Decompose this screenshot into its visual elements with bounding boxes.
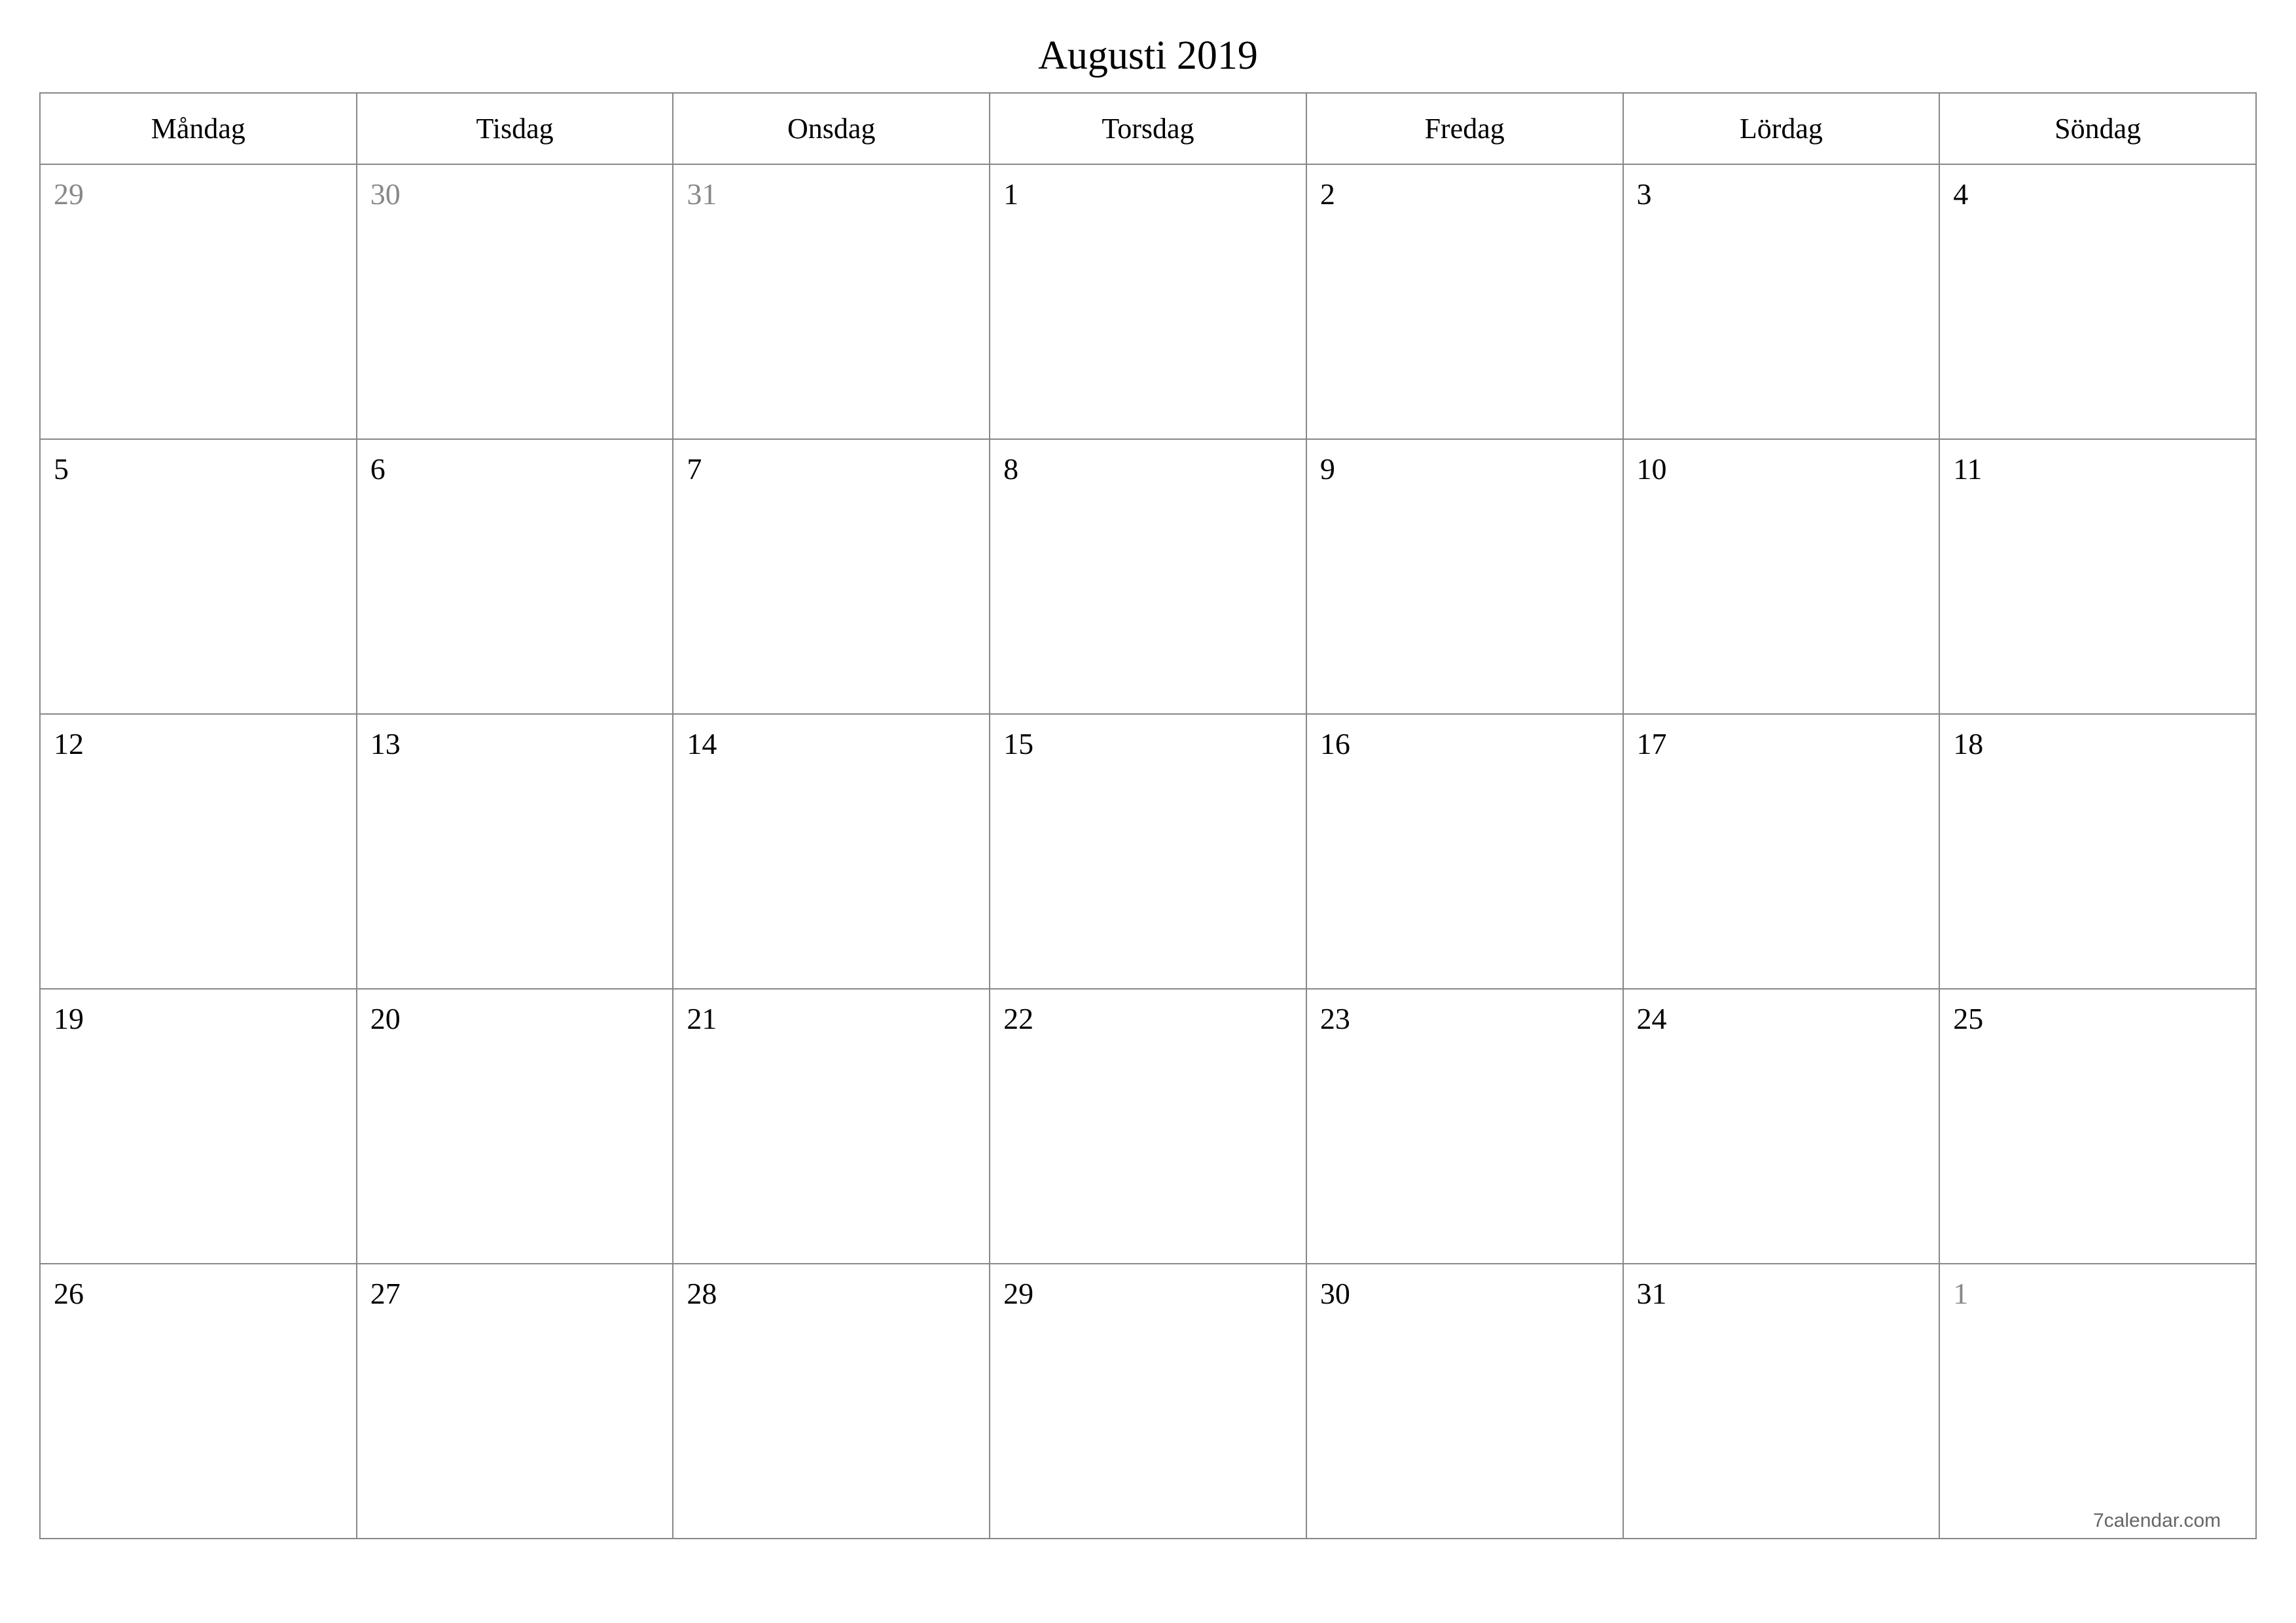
calendar-day-cell: 1 bbox=[990, 164, 1306, 439]
weekday-header: Söndag bbox=[1939, 93, 2256, 164]
weekday-header: Torsdag bbox=[990, 93, 1306, 164]
calendar-week-row: 12131415161718 bbox=[40, 714, 2256, 989]
calendar-week-row: 567891011 bbox=[40, 439, 2256, 714]
calendar-day-cell: 7 bbox=[673, 439, 990, 714]
calendar-day-cell: 15 bbox=[990, 714, 1306, 989]
weekday-header: Måndag bbox=[40, 93, 357, 164]
footer-credit: 7calendar.com bbox=[2093, 1510, 2221, 1532]
calendar-day-cell: 1 bbox=[1939, 1264, 2256, 1539]
calendar-day-cell: 27 bbox=[357, 1264, 673, 1539]
calendar-day-cell: 30 bbox=[357, 164, 673, 439]
calendar-day-cell: 29 bbox=[40, 164, 357, 439]
calendar-week-row: 2930311234 bbox=[40, 164, 2256, 439]
calendar-day-cell: 12 bbox=[40, 714, 357, 989]
calendar-day-cell: 31 bbox=[1623, 1264, 1940, 1539]
calendar-day-cell: 8 bbox=[990, 439, 1306, 714]
calendar-day-cell: 20 bbox=[357, 989, 673, 1264]
weekday-header-row: Måndag Tisdag Onsdag Torsdag Fredag Lörd… bbox=[40, 93, 2256, 164]
calendar-week-row: 19202122232425 bbox=[40, 989, 2256, 1264]
calendar-day-cell: 29 bbox=[990, 1264, 1306, 1539]
weekday-header: Tisdag bbox=[357, 93, 673, 164]
calendar-day-cell: 19 bbox=[40, 989, 357, 1264]
calendar-day-cell: 24 bbox=[1623, 989, 1940, 1264]
calendar-title: Augusti 2019 bbox=[39, 33, 2257, 79]
weekday-header: Fredag bbox=[1306, 93, 1623, 164]
calendar-day-cell: 17 bbox=[1623, 714, 1940, 989]
calendar-day-cell: 25 bbox=[1939, 989, 2256, 1264]
calendar-day-cell: 3 bbox=[1623, 164, 1940, 439]
calendar-day-cell: 2 bbox=[1306, 164, 1623, 439]
calendar-day-cell: 21 bbox=[673, 989, 990, 1264]
calendar-day-cell: 10 bbox=[1623, 439, 1940, 714]
calendar-day-cell: 5 bbox=[40, 439, 357, 714]
calendar-day-cell: 23 bbox=[1306, 989, 1623, 1264]
calendar-day-cell: 18 bbox=[1939, 714, 2256, 989]
calendar-day-cell: 31 bbox=[673, 164, 990, 439]
calendar-day-cell: 28 bbox=[673, 1264, 990, 1539]
weekday-header: Lördag bbox=[1623, 93, 1940, 164]
calendar-day-cell: 14 bbox=[673, 714, 990, 989]
calendar-day-cell: 6 bbox=[357, 439, 673, 714]
calendar-week-row: 2627282930311 bbox=[40, 1264, 2256, 1539]
calendar-day-cell: 9 bbox=[1306, 439, 1623, 714]
calendar-day-cell: 22 bbox=[990, 989, 1306, 1264]
calendar-day-cell: 13 bbox=[357, 714, 673, 989]
calendar-day-cell: 16 bbox=[1306, 714, 1623, 989]
calendar-day-cell: 30 bbox=[1306, 1264, 1623, 1539]
calendar-day-cell: 11 bbox=[1939, 439, 2256, 714]
calendar-table: Måndag Tisdag Onsdag Torsdag Fredag Lörd… bbox=[39, 92, 2257, 1539]
calendar-day-cell: 26 bbox=[40, 1264, 357, 1539]
calendar-day-cell: 4 bbox=[1939, 164, 2256, 439]
weekday-header: Onsdag bbox=[673, 93, 990, 164]
calendar-body: 2930311234567891011121314151617181920212… bbox=[40, 164, 2256, 1539]
